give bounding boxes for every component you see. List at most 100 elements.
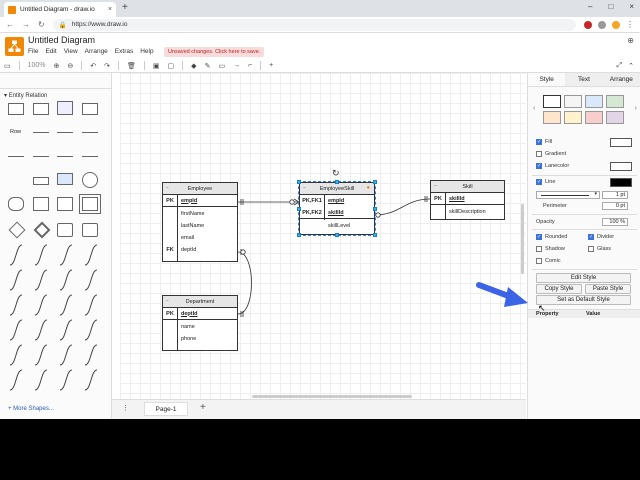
opacity-input[interactable]: 100 % xyxy=(602,218,628,226)
fill-checkbox[interactable]: ✓ xyxy=(536,139,542,145)
style-swatch[interactable] xyxy=(564,95,582,108)
resize-handle[interactable] xyxy=(297,207,301,211)
copy-style-button[interactable]: Copy Style xyxy=(536,284,582,294)
chevron-down-icon: ▾ xyxy=(594,191,597,197)
line-color-picker[interactable] xyxy=(610,178,632,187)
resize-handle[interactable] xyxy=(373,180,377,184)
style-swatch[interactable] xyxy=(606,111,624,124)
entity-row[interactable]: FK deptId xyxy=(163,244,237,256)
pages-menu-icon[interactable]: ⋮ xyxy=(122,404,129,412)
paste-style-button[interactable]: Paste Style xyxy=(585,284,631,294)
collapse-icon[interactable]: − xyxy=(166,298,169,304)
unlink-icon[interactable]: ● xyxy=(367,185,370,191)
tab-style[interactable]: Style xyxy=(528,73,566,86)
style-swatches xyxy=(543,95,624,124)
entity-row[interactable]: skillDescription xyxy=(431,206,504,218)
back-icon[interactable]: ← xyxy=(6,20,14,29)
chevron-right-icon[interactable]: › xyxy=(635,105,637,112)
entity-row[interactable]: PK empId xyxy=(163,195,237,207)
style-swatch[interactable] xyxy=(606,95,624,108)
entity-row[interactable]: PK,FK2 skillId xyxy=(300,207,374,219)
entity-row[interactable]: phone xyxy=(163,333,237,345)
entity-row[interactable]: name xyxy=(163,321,237,333)
page-tab[interactable]: Page-1 xyxy=(144,402,188,416)
style-swatch[interactable] xyxy=(543,111,561,124)
entity-row[interactable]: skillLevel xyxy=(300,220,374,232)
tab-text[interactable]: Text xyxy=(565,73,603,86)
menu-help[interactable]: Help xyxy=(140,48,153,55)
entity-row[interactable]: lastName xyxy=(163,220,237,232)
extension-icon[interactable] xyxy=(598,20,606,29)
perimeter-input[interactable]: 0 pt xyxy=(602,202,628,210)
maximize-icon[interactable]: □ xyxy=(608,2,613,11)
profile-avatar-icon[interactable] xyxy=(612,20,620,29)
line-pattern-select[interactable]: ▾ xyxy=(536,191,600,199)
entity-row[interactable]: PK skillId xyxy=(431,193,504,205)
entity-header[interactable]: − Employee xyxy=(163,183,237,195)
label-color-picker[interactable] xyxy=(610,162,632,171)
menu-view[interactable]: View xyxy=(64,48,78,55)
entity-header[interactable]: − Skill xyxy=(431,181,504,193)
divider-checkbox[interactable]: ✓ xyxy=(588,234,594,240)
close-window-icon[interactable]: × xyxy=(629,2,634,11)
youtube-extension-icon[interactable] xyxy=(584,20,592,29)
menu-file[interactable]: File xyxy=(28,48,38,55)
tab-arrange[interactable]: Arrange xyxy=(602,73,640,86)
unsaved-changes-banner[interactable]: Unsaved changes. Click here to save. xyxy=(164,47,265,57)
browser-tab[interactable]: Untitled Diagram - draw.io × xyxy=(4,2,116,17)
entity-header[interactable]: − Department xyxy=(163,296,237,308)
rotate-handle-icon[interactable]: ↻ xyxy=(332,168,340,179)
shadow-checkbox[interactable] xyxy=(536,246,542,252)
style-swatch[interactable] xyxy=(585,95,603,108)
url-field[interactable]: 🔒 https://www.draw.io xyxy=(52,18,576,31)
fill-color-picker[interactable] xyxy=(610,138,632,147)
canvas-scrollbar[interactable] xyxy=(252,395,412,398)
skill-entity[interactable]: − Skill PK skillId skillDescription xyxy=(430,180,505,220)
chevron-left-icon[interactable]: ‹ xyxy=(533,105,535,112)
globe-icon[interactable]: ⊕ xyxy=(627,36,634,45)
comic-row: Comic xyxy=(536,258,561,264)
style-swatch[interactable] xyxy=(564,111,582,124)
entity-header[interactable]: − EmployeeSkill ● xyxy=(300,183,374,195)
glass-checkbox[interactable] xyxy=(588,246,594,252)
close-tab-icon[interactable]: × xyxy=(108,6,112,13)
browser-menu-icon[interactable]: ⋮ xyxy=(626,20,634,29)
menu-edit[interactable]: Edit xyxy=(45,48,56,55)
resize-handle[interactable] xyxy=(335,180,339,184)
resize-handle[interactable] xyxy=(335,233,339,237)
rounded-checkbox[interactable]: ✓ xyxy=(536,234,542,240)
new-tab-button[interactable]: + xyxy=(122,2,128,13)
employee-entity[interactable]: − Employee PK empId firstName lastName em… xyxy=(162,182,238,262)
employeeskill-entity[interactable]: − EmployeeSkill ● PK,FK1 empId PK,FK2 skil… xyxy=(297,180,377,237)
entity-row[interactable]: PK,FK1 empId xyxy=(300,195,374,207)
style-swatch[interactable] xyxy=(543,95,561,108)
collapse-icon[interactable]: − xyxy=(166,185,169,191)
reload-icon[interactable]: ↻ xyxy=(38,20,45,29)
canvas-scrollbar[interactable] xyxy=(521,204,524,274)
document-title[interactable]: Untitled Diagram xyxy=(28,35,95,45)
entity-row[interactable]: email xyxy=(163,232,237,244)
forward-icon[interactable]: → xyxy=(22,20,30,29)
label-color-checkbox[interactable]: ✓ xyxy=(536,163,542,169)
menu-extras[interactable]: Extras xyxy=(115,48,133,55)
resize-handle[interactable] xyxy=(297,233,301,237)
window-controls: – □ × xyxy=(588,2,634,11)
resize-handle[interactable] xyxy=(373,233,377,237)
line-width-input[interactable]: 1 pt xyxy=(602,191,628,199)
comic-checkbox[interactable] xyxy=(536,258,542,264)
set-default-style-button[interactable]: Set as Default Style xyxy=(536,295,631,305)
resize-handle[interactable] xyxy=(297,180,301,184)
style-swatch[interactable] xyxy=(585,111,603,124)
department-entity[interactable]: − Department PK deptId name phone xyxy=(162,295,238,351)
resize-handle[interactable] xyxy=(373,207,377,211)
line-checkbox[interactable]: ✓ xyxy=(536,179,542,185)
minimize-icon[interactable]: – xyxy=(588,2,592,11)
add-page-button[interactable]: + xyxy=(200,402,206,413)
edit-style-button[interactable]: Edit Style xyxy=(536,273,631,283)
menu-arrange[interactable]: Arrange xyxy=(85,48,108,55)
entity-row[interactable]: PK deptId xyxy=(163,308,237,320)
collapse-icon[interactable]: − xyxy=(434,183,437,189)
gradient-checkbox[interactable] xyxy=(536,151,542,157)
collapse-icon[interactable]: − xyxy=(303,185,306,191)
entity-row[interactable]: firstName xyxy=(163,208,237,220)
